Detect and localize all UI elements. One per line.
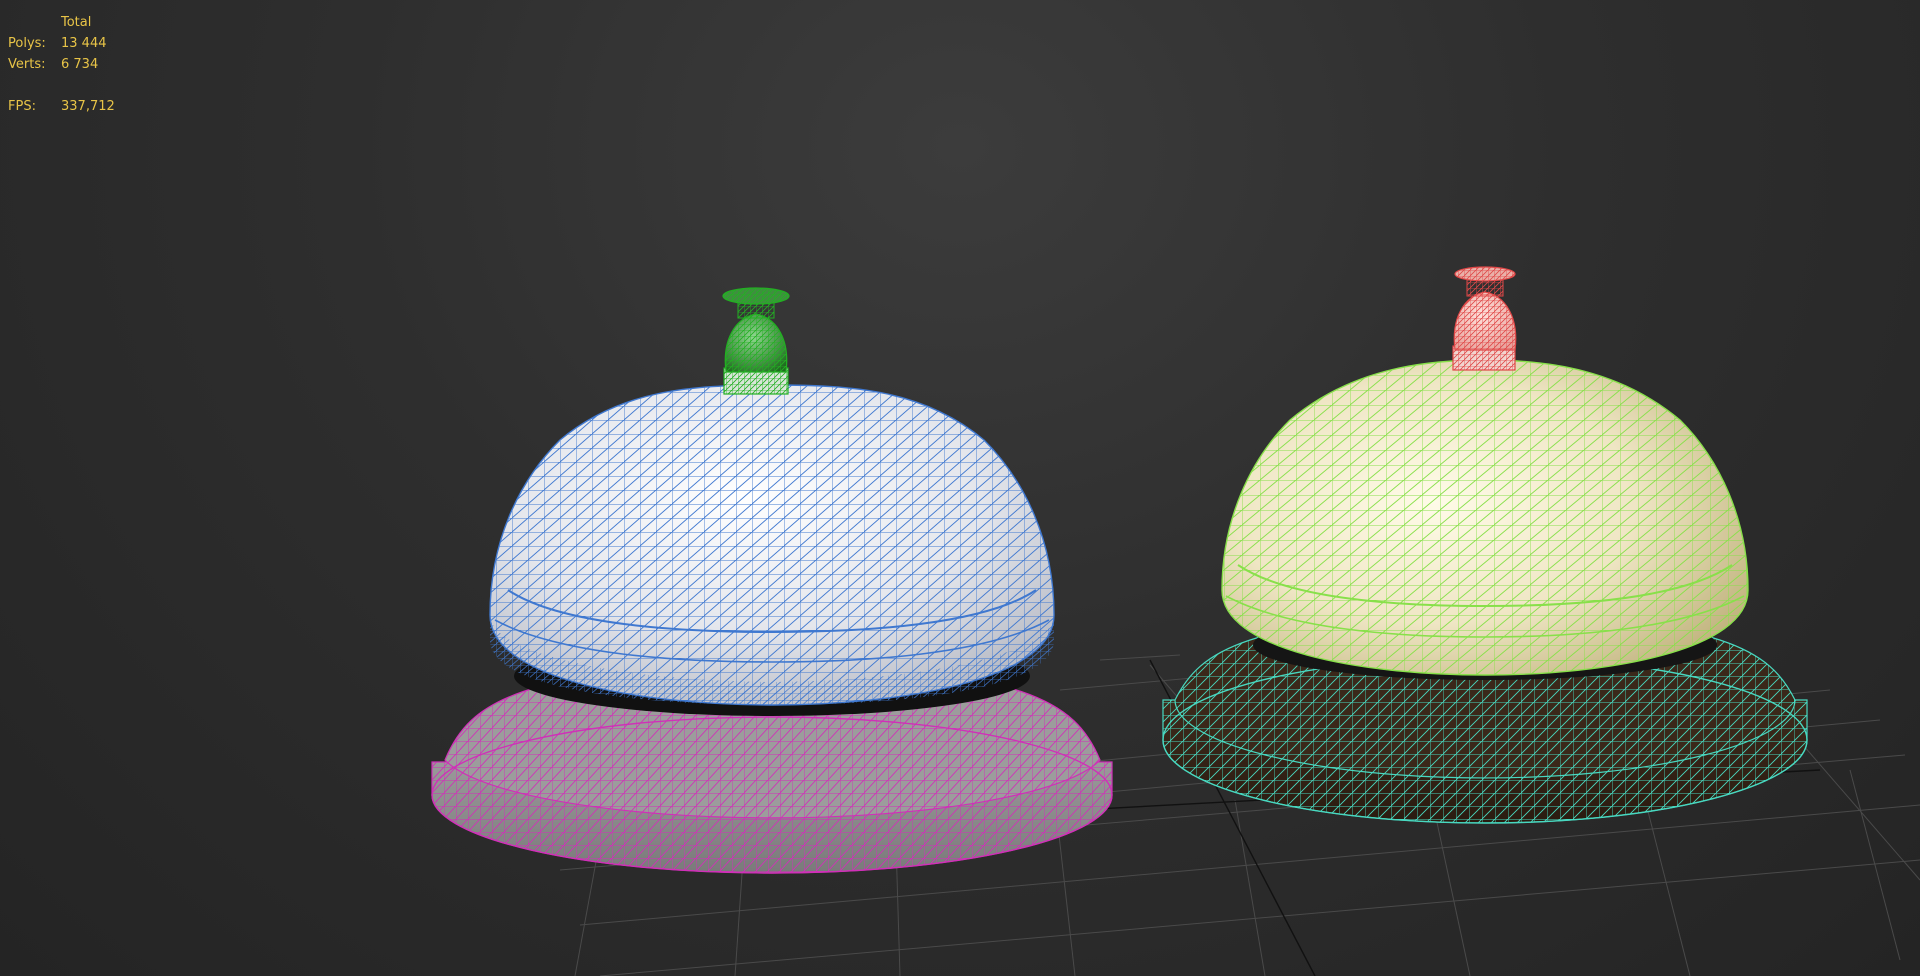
- bell-left[interactable]: [431, 287, 1113, 874]
- stats-header: Total: [61, 15, 92, 30]
- perspective-viewport[interactable]: Total Polys: 13 444 Verts: 6 734 FPS: 33…: [0, 0, 1920, 976]
- polys-label: Polys:: [8, 36, 46, 51]
- bell-right[interactable]: [1162, 266, 1808, 824]
- bell-right-dome[interactable]: [1221, 359, 1749, 676]
- stats-header-row: Total: [8, 12, 115, 33]
- bell-left-dome[interactable]: [489, 384, 1055, 706]
- stats-verts-row: Verts: 6 734: [8, 54, 115, 75]
- fps-value: 337,712: [61, 99, 115, 114]
- viewport-statistics: Total Polys: 13 444 Verts: 6 734 FPS: 33…: [8, 12, 115, 117]
- verts-value: 6 734: [61, 57, 99, 72]
- fps-label: FPS:: [8, 99, 36, 114]
- polys-value: 13 444: [61, 36, 107, 51]
- stats-polys-row: Polys: 13 444: [8, 33, 115, 54]
- viewport-scene: [431, 266, 1920, 976]
- bell-right-plunger[interactable]: [1452, 266, 1517, 371]
- bell-left-plunger[interactable]: [722, 287, 790, 395]
- stats-fps-row: FPS: 337,712: [8, 96, 115, 117]
- verts-label: Verts:: [8, 57, 46, 72]
